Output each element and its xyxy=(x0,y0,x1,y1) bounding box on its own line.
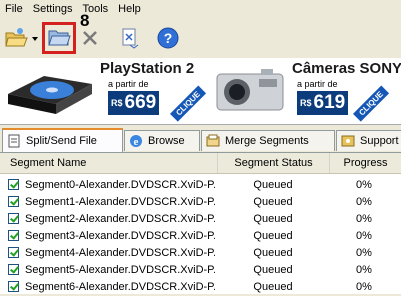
open-folder-icon xyxy=(5,28,28,47)
segment-status: Queued xyxy=(253,264,293,276)
menu-help[interactable]: Help xyxy=(113,0,146,19)
split-button[interactable] xyxy=(117,25,143,51)
close-icon xyxy=(83,31,97,45)
open-dropdown-arrow[interactable] xyxy=(32,37,38,41)
segment-status: Queued xyxy=(253,247,293,259)
table-row[interactable]: Segment5-Alexander.DVDSCR.XviD-P... Queu… xyxy=(0,262,401,279)
menu-file[interactable]: File xyxy=(0,0,28,19)
tab-merge-segments[interactable]: Merge Segments xyxy=(201,130,335,151)
column-header-progress[interactable]: Progress xyxy=(330,153,401,173)
ad-title: PlayStation 2 xyxy=(100,60,195,77)
ad-price: R$ 619 xyxy=(297,91,349,115)
segment-progress: 0% xyxy=(356,179,372,191)
tab-strip: Split/Send File e Browse Merge Segments … xyxy=(0,128,401,152)
tab-label: Merge Segments xyxy=(225,135,309,147)
svg-text:?: ? xyxy=(164,30,173,46)
segment-name: Segment0-Alexander.DVDSCR.XviD-P... xyxy=(25,179,215,191)
tab-label: Browse xyxy=(148,135,185,147)
row-checkbox[interactable] xyxy=(8,247,19,258)
segment-status: Queued xyxy=(253,281,293,293)
table-row[interactable]: Segment0-Alexander.DVDSCR.XviD-P... Queu… xyxy=(0,177,401,194)
row-checkbox[interactable] xyxy=(8,281,19,292)
ad-title: Câmeras SONY xyxy=(292,60,401,77)
segment-progress: 0% xyxy=(356,230,372,242)
document-icon xyxy=(8,134,20,148)
tab-label: Support xyxy=(360,135,399,147)
tab-browse[interactable]: e Browse xyxy=(124,130,200,151)
svg-text:e: e xyxy=(134,136,139,148)
segment-name: Segment5-Alexander.DVDSCR.XviD-P... xyxy=(25,264,215,276)
segment-progress: 0% xyxy=(356,247,372,259)
ad-subtitle: a partir de xyxy=(108,79,149,89)
camera-image xyxy=(216,69,284,111)
segment-name: Segment3-Alexander.DVDSCR.XviD-P... xyxy=(25,230,215,242)
tab-label: Split/Send File xyxy=(26,135,97,147)
open-folder-button[interactable] xyxy=(3,25,29,51)
table-row[interactable]: Segment1-Alexander.DVDSCR.XviD-P... Queu… xyxy=(0,194,401,211)
row-checkbox[interactable] xyxy=(8,179,19,190)
menu-settings[interactable]: Settings xyxy=(28,0,78,19)
segment-progress: 0% xyxy=(356,213,372,225)
ad-banner[interactable]: PlayStation 2 a partir de R$ 669 CLIQUE C… xyxy=(0,58,401,125)
help-button[interactable]: ? xyxy=(155,25,181,51)
list-header: Segment Name Segment Status Progress xyxy=(0,153,401,174)
row-checkbox[interactable] xyxy=(8,213,19,224)
segment-progress: 0% xyxy=(356,196,372,208)
ad-cta[interactable]: CLIQUE xyxy=(353,85,390,122)
row-checkbox[interactable] xyxy=(8,196,19,207)
segment-name: Segment2-Alexander.DVDSCR.XviD-P... xyxy=(25,213,215,225)
tab-support[interactable]: Support xyxy=(336,130,401,151)
annotation-step-number: 8 xyxy=(80,11,90,30)
ad-price: R$ 669 xyxy=(108,91,160,115)
row-checkbox[interactable] xyxy=(8,230,19,241)
column-header-segment-name[interactable]: Segment Name xyxy=(0,153,218,173)
tab-split-send-file[interactable]: Split/Send File xyxy=(2,128,123,152)
document-split-icon xyxy=(122,28,139,49)
segment-progress: 0% xyxy=(356,264,372,276)
segment-list: Segment Name Segment Status Progress Seg… xyxy=(0,152,401,294)
internet-explorer-icon: e xyxy=(130,135,142,148)
segment-status: Queued xyxy=(253,196,293,208)
table-row[interactable]: Segment6-Alexander.DVDSCR.XviD-P... Queu… xyxy=(0,279,401,296)
segment-name: Segment1-Alexander.DVDSCR.XviD-P... xyxy=(25,196,215,208)
segment-name: Segment4-Alexander.DVDSCR.XviD-P... xyxy=(25,247,215,259)
table-row[interactable]: Segment2-Alexander.DVDSCR.XviD-P... Queu… xyxy=(0,211,401,228)
menu-bar: File Settings Tools Help xyxy=(0,0,401,19)
ad-playstation[interactable]: PlayStation 2 a partir de R$ 669 CLIQUE xyxy=(0,58,207,124)
console-image xyxy=(8,76,92,114)
ad-cameras[interactable]: Câmeras SONY a partir de R$ 619 CLIQUE xyxy=(201,58,401,124)
table-row[interactable]: Segment3-Alexander.DVDSCR.XviD-P... Queu… xyxy=(0,228,401,245)
segment-name: Segment6-Alexander.DVDSCR.XviD-P... xyxy=(25,281,215,293)
segment-status: Queued xyxy=(253,230,293,242)
support-icon xyxy=(341,135,355,147)
row-checkbox[interactable] xyxy=(8,264,19,275)
table-row[interactable]: Segment4-Alexander.DVDSCR.XviD-P... Queu… xyxy=(0,245,401,262)
column-header-segment-status[interactable]: Segment Status xyxy=(218,153,330,173)
annotation-highlight-box xyxy=(42,22,76,54)
segment-status: Queued xyxy=(253,179,293,191)
segment-status: Queued xyxy=(253,213,293,225)
merge-icon xyxy=(206,134,220,147)
ad-subtitle: a partir de xyxy=(297,79,338,89)
segment-progress: 0% xyxy=(356,281,372,293)
help-icon: ? xyxy=(157,27,179,49)
